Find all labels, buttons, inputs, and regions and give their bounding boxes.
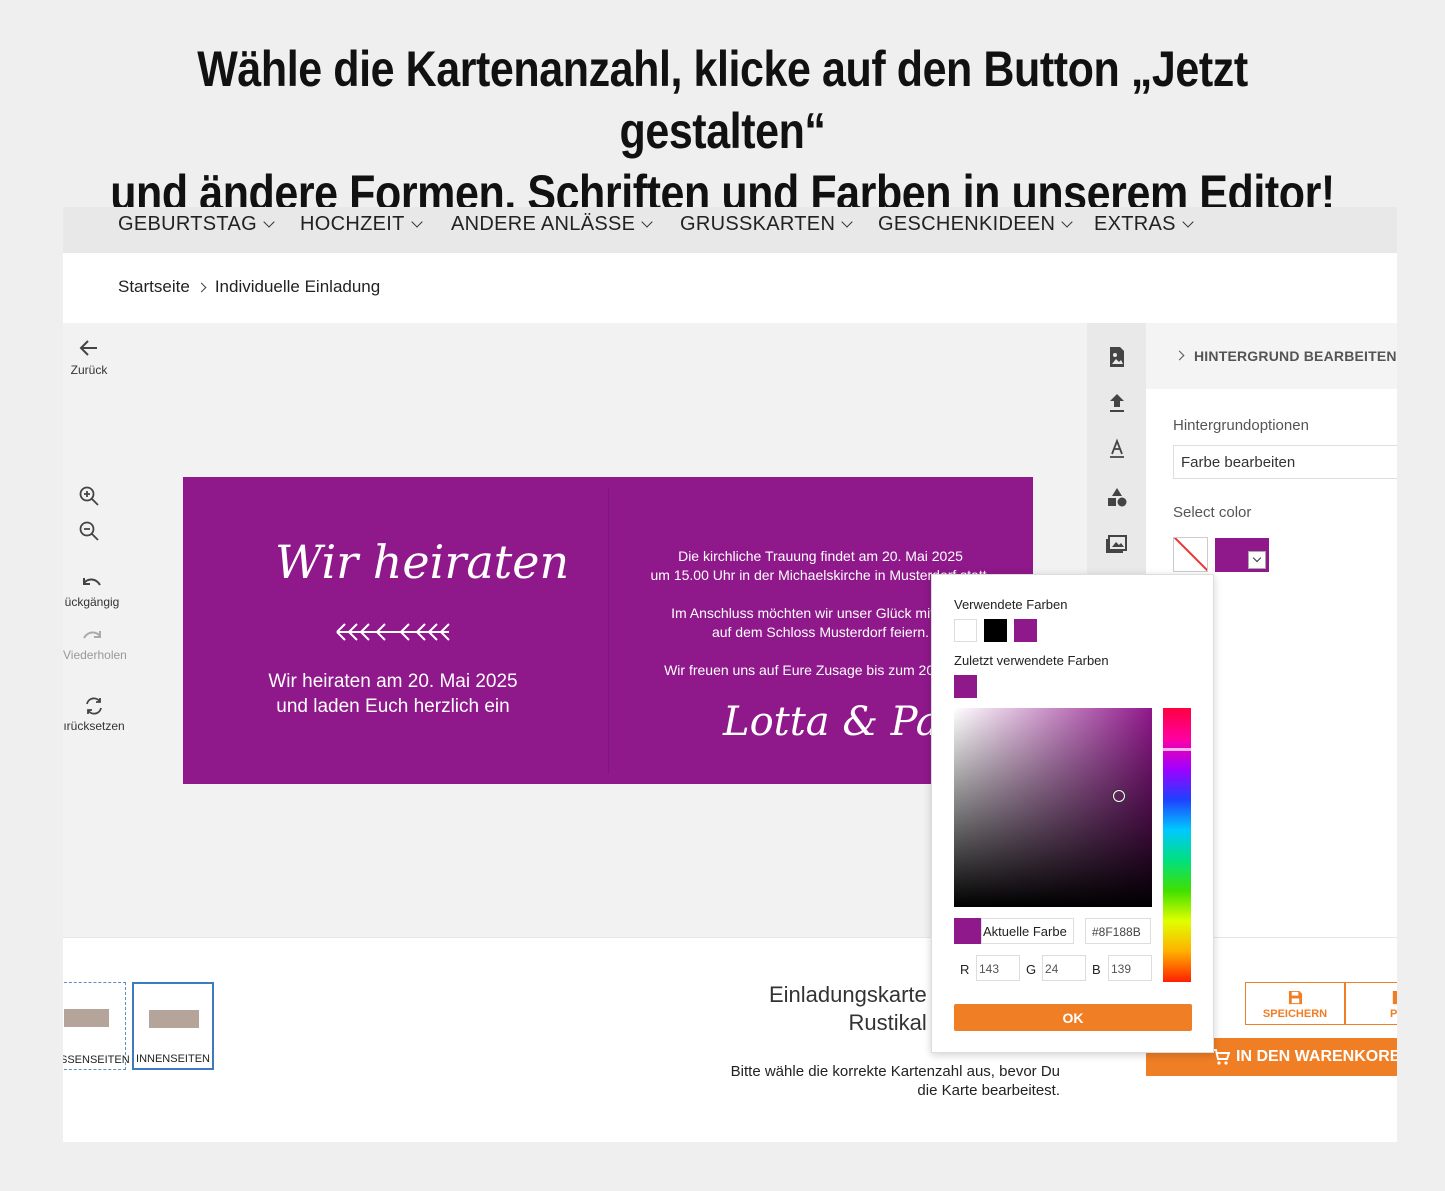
background-panel-title: HINTERGRUND BEARBEITEN <box>1194 348 1397 364</box>
hue-slider-handle[interactable] <box>1163 748 1191 751</box>
chevron-down-icon <box>410 216 423 228</box>
zoom-out-button[interactable] <box>78 520 100 542</box>
current-color-label: Aktuelle Farbe <box>981 918 1074 944</box>
no-color-swatch[interactable] <box>1173 537 1208 572</box>
arrow-left-icon <box>79 340 97 356</box>
pdf-button[interactable]: PD <box>1345 982 1397 1025</box>
redo-icon <box>83 631 101 639</box>
card-left-line-1: Wir heiraten am 20. Mai 2025 <box>268 671 518 692</box>
add-to-cart-label: IN DEN WARENKORB <box>1236 1048 1397 1065</box>
thumbnail-inner-pages[interactable]: INNENSEITEN <box>132 982 214 1070</box>
headline-line-1: Wähle die Kartenanzahl, klicke auf den B… <box>197 41 1248 159</box>
thumbnail-outer-label: SSENSEITEN <box>63 1054 130 1066</box>
used-color-swatch-black[interactable] <box>984 619 1007 642</box>
nav-item-geburtstag[interactable]: GEBURTSTAG <box>118 213 275 236</box>
zoom-in-icon <box>79 486 99 506</box>
nav-item-andere-anlaesse[interactable]: ANDERE ANLÄSSE <box>451 213 653 236</box>
nav-item-grusskarten[interactable]: GRUSSKARTEN <box>680 213 853 236</box>
nav-item-hochzeit[interactable]: HOCHZEIT <box>300 213 423 236</box>
back-label: Zurück <box>70 363 108 377</box>
ok-button[interactable]: OK <box>954 1004 1192 1031</box>
recent-colors-label: Zuletzt verwendete Farben <box>954 653 1109 668</box>
refresh-icon <box>86 697 102 715</box>
blue-label: B <box>1092 962 1101 977</box>
branch-ornament-icon <box>336 623 450 641</box>
green-input[interactable]: 24 <box>1042 955 1086 981</box>
floppy-disk-icon <box>1288 990 1302 1005</box>
red-label: R <box>960 962 970 977</box>
save-button[interactable]: SPEICHERN <box>1245 982 1345 1025</box>
used-color-swatch-white[interactable] <box>954 619 977 642</box>
reset-label: ırücksetzen <box>63 719 125 733</box>
zoom-in-button[interactable] <box>78 485 100 507</box>
product-title-line-2: Rustikal <box>848 1010 927 1035</box>
used-colors-label: Verwendete Farben <box>954 597 1068 612</box>
hex-input[interactable]: #8F188B <box>1085 918 1151 944</box>
color-dropdown[interactable] <box>1215 538 1269 572</box>
thumbnail-image <box>64 1009 109 1027</box>
color-cursor[interactable] <box>1113 790 1125 802</box>
green-label: G <box>1026 962 1037 977</box>
thumbnail-image <box>149 1010 199 1028</box>
cart-icon <box>1213 1049 1230 1065</box>
card-right-line-1: Die kirchliche Trauung findet am 20. Mai… <box>678 548 963 564</box>
saturation-value-field[interactable] <box>954 708 1152 907</box>
background-panel-header[interactable]: HINTERGRUND BEARBEITEN <box>1146 323 1397 389</box>
thumbnail-inner-label: INNENSEITEN <box>136 1053 210 1065</box>
breadcrumb-home[interactable]: Startseite <box>118 277 190 296</box>
breadcrumb: Startseite Individuelle Einladung <box>118 277 380 297</box>
breadcrumb-current: Individuelle Einladung <box>214 277 381 296</box>
pdf-label: PD <box>1390 1008 1397 1020</box>
zoom-out-icon <box>79 521 99 541</box>
chevron-right-icon <box>1174 350 1185 361</box>
chevron-down-icon <box>263 216 275 228</box>
shapes-icon[interactable] <box>1105 485 1129 509</box>
card-title[interactable]: Wir heiraten <box>275 535 569 589</box>
chevron-down-icon <box>1248 551 1266 569</box>
current-color-swatch <box>954 918 981 944</box>
background-options-label: Hintergrundoptionen <box>1173 417 1309 434</box>
chevron-down-icon <box>1061 216 1073 228</box>
card-left-line-2: und laden Euch herzlich ein <box>276 696 510 717</box>
nav-item-geschenkideen[interactable]: GESCHENKIDEEN <box>878 213 1073 236</box>
thumbnail-outer-pages[interactable]: SSENSEITEN <box>63 982 130 1070</box>
used-color-swatch-purple[interactable] <box>1014 619 1037 642</box>
product-title-line-1: Einladungskarte <box>769 982 927 1007</box>
reset-button[interactable]: ırücksetzen <box>63 695 125 733</box>
chevron-down-icon <box>1182 216 1194 228</box>
red-input[interactable]: 143 <box>976 955 1020 981</box>
info-line-1: Bitte wähle die korrekte Kartenzahl aus,… <box>730 1063 1060 1080</box>
background-image-icon[interactable] <box>1105 345 1129 369</box>
text-icon[interactable] <box>1105 437 1129 461</box>
color-picker-popover: Verwendete Farben Zuletzt verwendete Far… <box>931 574 1214 1053</box>
recent-color-swatch-purple[interactable] <box>954 675 977 698</box>
main-nav: GEBURTSTAG HOCHZEIT ANDERE ANLÄSSE GRUSS… <box>63 207 1397 253</box>
undo-button[interactable]: ückgängig <box>63 575 121 609</box>
save-label: SPEICHERN <box>1262 1008 1328 1020</box>
select-color-label: Select color <box>1173 504 1252 521</box>
undo-label: ückgängig <box>64 595 120 609</box>
product-title: Einladungskarte Rustikal <box>769 982 927 1036</box>
undo-icon <box>83 578 101 586</box>
nav-item-extras[interactable]: EXTRAS <box>1094 213 1194 236</box>
redo-button[interactable]: Viederholen <box>63 628 127 662</box>
blue-input[interactable]: 139 <box>1108 955 1152 981</box>
chevron-right-icon <box>196 282 207 293</box>
gallery-icon[interactable] <box>1105 531 1129 555</box>
card-count-info: Bitte wähle die korrekte Kartenzahl aus,… <box>731 1062 1060 1100</box>
chevron-down-icon <box>841 216 853 228</box>
upload-icon[interactable] <box>1105 391 1129 415</box>
invitation-card[interactable]: Wir heiraten Wir heiraten am 20. Mai 202… <box>183 477 1033 784</box>
info-line-2: die Karte bearbeitest. <box>917 1082 1060 1099</box>
back-button[interactable]: Zurück <box>68 337 110 377</box>
chevron-down-icon <box>641 216 653 228</box>
headline: Wähle die Kartenanzahl, klicke auf den B… <box>101 38 1344 224</box>
hue-slider[interactable] <box>1163 708 1191 982</box>
redo-label: Viederholen <box>63 648 127 662</box>
document-icon <box>1392 990 1397 1005</box>
background-options-select[interactable]: Farbe bearbeiten <box>1173 445 1397 479</box>
card-left-text[interactable]: Wir heiraten am 20. Mai 2025 und laden E… <box>183 669 603 719</box>
